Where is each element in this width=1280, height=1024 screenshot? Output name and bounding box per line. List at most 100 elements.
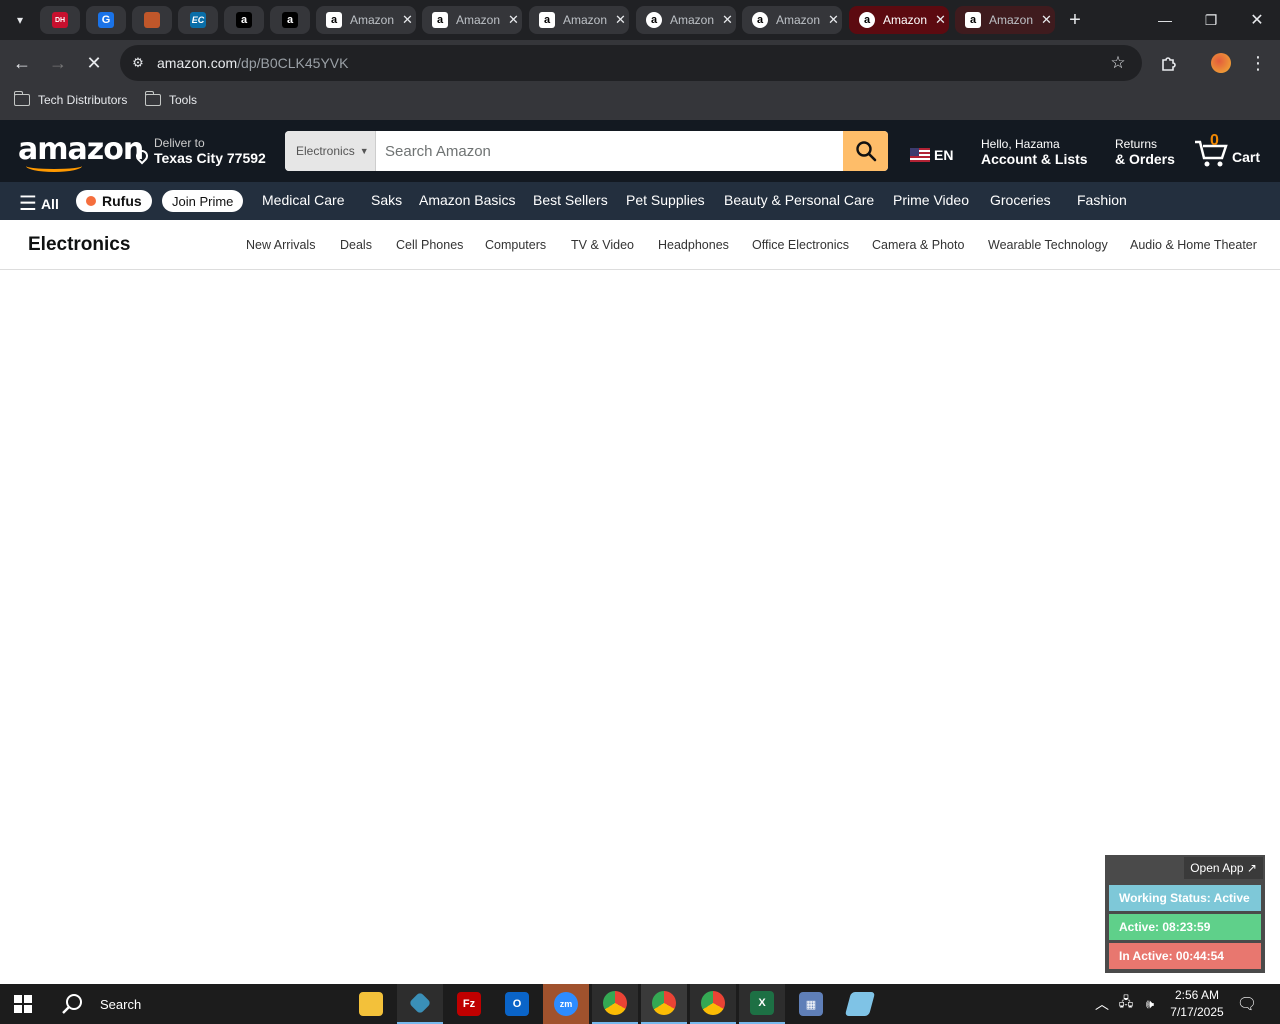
browser-menu-icon[interactable]: ⋮ xyxy=(1246,51,1270,75)
excel-icon: X xyxy=(750,991,774,1015)
nav-item-beauty[interactable]: Beauty & Personal Care xyxy=(724,192,874,208)
volume-icon[interactable]: 🕪 xyxy=(1138,984,1162,1024)
search-icon xyxy=(62,994,82,1014)
tab-pinned-1[interactable]: DH xyxy=(40,6,80,34)
chrome-icon xyxy=(701,991,725,1015)
chrome-app-1[interactable] xyxy=(592,984,638,1024)
link-camera-photo[interactable]: Camera & Photo xyxy=(872,238,964,252)
link-computers[interactable]: Computers xyxy=(485,238,546,252)
dh-favicon-icon: DH xyxy=(52,12,68,28)
address-bar[interactable]: ⚙ amazon.com/dp/B0CLK45YVK ☆ xyxy=(120,45,1142,81)
amazon-favicon-icon: a xyxy=(965,12,981,28)
tab-search-chevron-icon[interactable]: ▾ xyxy=(8,8,32,32)
close-tab-icon[interactable]: ✕ xyxy=(722,12,733,28)
tab-pinned-2[interactable]: G xyxy=(86,6,126,34)
amazon-favicon-icon: a xyxy=(326,12,342,28)
stop-loading-icon[interactable]: ✕ xyxy=(82,51,106,75)
bookmark-star-icon[interactable]: ☆ xyxy=(1106,51,1130,75)
nav-item-best-sellers[interactable]: Best Sellers xyxy=(533,192,608,208)
outlook-app[interactable]: O xyxy=(494,984,540,1024)
nav-item-pet-supplies[interactable]: Pet Supplies xyxy=(626,192,705,208)
link-wearable-technology[interactable]: Wearable Technology xyxy=(988,238,1108,252)
notes-app[interactable] xyxy=(837,984,883,1024)
nav-item-saks[interactable]: Saks xyxy=(371,192,402,208)
nav-item-amazon-basics[interactable]: Amazon Basics xyxy=(419,192,515,208)
show-hidden-icons-icon[interactable]: ︿ xyxy=(1090,984,1114,1024)
chrome-app-2[interactable] xyxy=(641,984,687,1024)
tab-amazon-5[interactable]: a Amazon ✕ xyxy=(742,6,842,34)
deliver-to[interactable]: Deliver to Texas City 77592 xyxy=(133,136,266,166)
profile-avatar[interactable] xyxy=(1209,51,1233,75)
close-tab-icon[interactable]: ✕ xyxy=(402,12,413,28)
start-button[interactable] xyxy=(0,984,46,1024)
nav-item-fashion[interactable]: Fashion xyxy=(1077,192,1127,208)
taskbar-search[interactable]: Search xyxy=(48,984,348,1024)
app-diamond[interactable] xyxy=(397,984,443,1024)
close-tab-icon[interactable]: ✕ xyxy=(935,12,946,28)
zoom-app[interactable]: zm xyxy=(543,984,589,1024)
account-lists[interactable]: Hello, Hazama Account & Lists xyxy=(981,137,1088,167)
bookmark-folder-tech-distributors[interactable]: Tech Distributors xyxy=(13,91,127,107)
tab-amazon-3[interactable]: a Amazon ✕ xyxy=(529,6,629,34)
caret-down-icon: ▼ xyxy=(359,146,369,156)
rufus-button[interactable]: Rufus xyxy=(76,190,152,212)
tab-pinned-4[interactable]: EC xyxy=(178,6,218,34)
close-window-button[interactable]: ✕ xyxy=(1234,6,1280,34)
notifications-icon[interactable]: 🗨 xyxy=(1232,984,1262,1024)
g-favicon-icon: G xyxy=(98,12,114,28)
cart[interactable]: 0 Cart xyxy=(1193,132,1263,172)
tab-amazon-7[interactable]: a Amazon ✕ xyxy=(955,6,1055,34)
close-tab-icon[interactable]: ✕ xyxy=(828,12,839,28)
minimize-button[interactable]: — xyxy=(1142,6,1188,34)
open-app-button[interactable]: Open App ↗ xyxy=(1184,857,1263,879)
tab-title: Amazon xyxy=(776,13,820,27)
language-selector[interactable]: EN xyxy=(910,147,953,163)
tab-amazon-1[interactable]: a Amazon ✕ xyxy=(316,6,416,34)
nav-item-groceries[interactable]: Groceries xyxy=(990,192,1051,208)
restore-button[interactable]: ❐ xyxy=(1188,6,1234,34)
calculator-app[interactable]: ▦ xyxy=(788,984,834,1024)
chrome-app-3[interactable] xyxy=(690,984,736,1024)
filezilla-icon: Fz xyxy=(457,992,481,1016)
link-office-electronics[interactable]: Office Electronics xyxy=(752,238,849,252)
forward-icon[interactable]: → xyxy=(46,51,70,75)
nav-item-prime-video[interactable]: Prime Video xyxy=(893,192,969,208)
amazon-favicon-icon: a xyxy=(282,12,298,28)
close-tab-icon[interactable]: ✕ xyxy=(1041,12,1052,28)
link-cell-phones[interactable]: Cell Phones xyxy=(396,238,463,252)
all-menu-button[interactable]: ☰ All xyxy=(19,191,59,216)
electronics-title[interactable]: Electronics xyxy=(28,234,130,256)
back-icon[interactable]: ← xyxy=(10,51,34,75)
link-new-arrivals[interactable]: New Arrivals xyxy=(246,238,315,252)
filezilla-app[interactable]: Fz xyxy=(446,984,492,1024)
search-category-dropdown[interactable]: Electronics ▼ xyxy=(285,131,376,171)
tab-pinned-6[interactable]: a xyxy=(270,6,310,34)
returns-orders[interactable]: Returns & Orders xyxy=(1115,137,1175,167)
site-info-icon[interactable]: ⚙ xyxy=(126,51,150,75)
tab-amazon-active[interactable]: a Amazon ✕ xyxy=(849,6,949,34)
network-icon[interactable]: 🖧 xyxy=(1114,984,1138,1024)
new-tab-icon[interactable]: + xyxy=(1063,8,1087,32)
tab-amazon-4[interactable]: a Amazon ✕ xyxy=(636,6,736,34)
us-flag-icon xyxy=(910,148,930,162)
link-audio-home-theater[interactable]: Audio & Home Theater xyxy=(1130,238,1257,252)
nav-item-medical-care[interactable]: Medical Care xyxy=(262,192,344,208)
join-prime-button[interactable]: Join Prime xyxy=(162,190,244,212)
excel-app[interactable]: X xyxy=(739,984,785,1024)
tab-pinned-5[interactable]: a xyxy=(224,6,264,34)
link-headphones[interactable]: Headphones xyxy=(658,238,729,252)
file-explorer-app[interactable] xyxy=(348,984,394,1024)
tab-amazon-2[interactable]: a Amazon ✕ xyxy=(422,6,522,34)
url-text[interactable]: amazon.com/dp/B0CLK45YVK xyxy=(157,55,348,71)
bookmark-folder-tools[interactable]: Tools xyxy=(144,91,197,107)
clock[interactable]: 2:56 AM 7/17/2025 xyxy=(1162,987,1232,1021)
link-deals[interactable]: Deals xyxy=(340,238,372,252)
close-tab-icon[interactable]: ✕ xyxy=(615,12,626,28)
windows-taskbar: Search Fz O zm X ▦ ︿ 🖧 🕪 2:56 AM 7/17/20… xyxy=(0,984,1280,1024)
close-tab-icon[interactable]: ✕ xyxy=(508,12,519,28)
link-tv-video[interactable]: TV & Video xyxy=(571,238,634,252)
search-button[interactable] xyxy=(843,131,888,171)
extensions-icon[interactable] xyxy=(1157,51,1181,75)
search-input[interactable] xyxy=(376,131,843,171)
tab-pinned-3[interactable] xyxy=(132,6,172,34)
